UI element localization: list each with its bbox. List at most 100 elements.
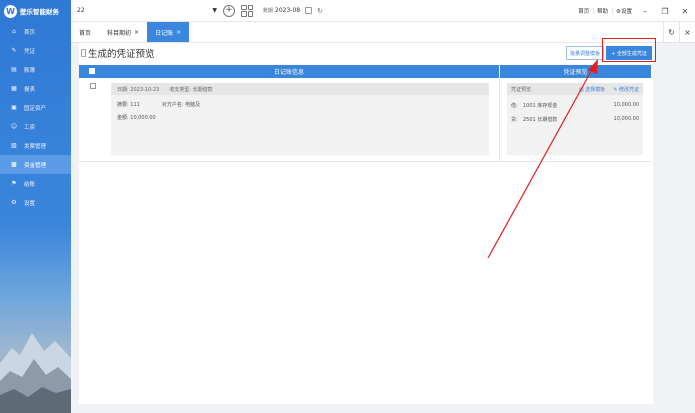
- batch-adjust-template-button[interactable]: 批量调整模板: [566, 46, 604, 60]
- sidebar-item-home[interactable]: ⌂ 首页: [0, 22, 71, 41]
- period-value[interactable]: 2023-08: [275, 7, 300, 14]
- column-divider: [499, 78, 500, 162]
- top-bar: 22 ▼ + 账期 2023-08 ↻ 首页 | 帮助 | ⚙设置 – ❐ ✕: [71, 0, 695, 22]
- sidebar-item-fixed-assets[interactable]: ▣ 固定资产: [0, 98, 71, 117]
- plus-icon: +: [225, 5, 233, 15]
- tab-label: 首页: [79, 29, 92, 37]
- sidebar-item-label: 账簿: [24, 67, 36, 74]
- sidebar-item-checkout[interactable]: ⚑ 结账: [0, 174, 71, 193]
- refresh-icon[interactable]: ↻: [317, 7, 323, 15]
- select-all-checkbox[interactable]: [89, 68, 95, 74]
- tab-label: 日记账: [155, 29, 174, 37]
- top-link-help[interactable]: 帮助: [597, 7, 608, 15]
- edit-voucher-label: 修改凭证: [618, 86, 639, 93]
- reload-tab-icon[interactable]: ↻: [663, 22, 679, 43]
- edit-icon: ✎: [11, 47, 17, 54]
- add-book-button[interactable]: +: [223, 4, 235, 17]
- separator: |: [592, 8, 595, 14]
- tabs-tools: ↻ ×: [663, 22, 695, 43]
- voucher-direction: 借:: [511, 103, 518, 109]
- app-name: 壁乐智能财务: [20, 8, 59, 16]
- journal-line: 金额: 10,000.00: [111, 114, 489, 121]
- voucher-direction: 贷:: [511, 117, 518, 123]
- table-header: 日记账信息 凭证预览: [79, 65, 651, 78]
- grid-cell-icon: [247, 11, 253, 17]
- page-header: 生成的凭证预览 批量调整模板 + 全部生成凭证: [79, 38, 656, 63]
- account-book-value: 22: [77, 7, 85, 14]
- template-icon: ▤: [578, 86, 584, 93]
- grid-cell-icon: [241, 4, 247, 10]
- sidebar-item-label: 资金管理: [24, 162, 47, 169]
- table-row: 日期: 2023-10-23 收支类型: 长期借款 摘要: 111 对方户名: …: [79, 78, 651, 162]
- journal-summary: 摘要: 111: [117, 102, 140, 108]
- sidebar-item-report[interactable]: ▦ 报表: [0, 79, 71, 98]
- grid-cell-icon: [241, 11, 247, 17]
- sidebar-item-settings[interactable]: ⚙ 设置: [0, 193, 71, 212]
- top-link-settings-label: 设置: [620, 9, 632, 15]
- grid-menu-button[interactable]: [241, 4, 253, 17]
- page-title-text: 生成的凭证预览: [88, 49, 155, 60]
- highlight-box: [602, 38, 656, 62]
- voucher-line: 借: 1001 库存现金 10,000.00: [507, 102, 643, 109]
- sidebar-item-label: 凭证: [24, 48, 36, 55]
- sidebar: W 壁乐智能财务 ⌂ 首页 ✎ 凭证 ▤ 账簿 ▦ 报表 ▣ 固定资产 ☺ 工资 ▧ 发票管理…: [0, 0, 71, 413]
- sidebar-item-label: 发票管理: [24, 143, 47, 150]
- journal-type: 收支类型: 长期借款: [169, 86, 213, 93]
- tab-journal[interactable]: 日记账 ×: [147, 22, 190, 42]
- voucher-card: 凭证预览 ▤ 选择模板 ✎ 修改凭证 借: 1001 库存现金 10,000.0…: [507, 83, 643, 155]
- voucher-card-header: 凭证预览 ▤ 选择模板 ✎ 修改凭证: [507, 83, 643, 95]
- close-all-tabs-icon[interactable]: ×: [679, 22, 695, 43]
- fund-icon: ▩: [11, 161, 17, 168]
- row-checkbox[interactable]: [90, 83, 96, 89]
- edit-icon: ✎: [613, 86, 618, 93]
- sidebar-item-label: 结账: [24, 181, 36, 188]
- sidebar-item-invoice[interactable]: ▧ 发票管理: [0, 136, 71, 155]
- tab-label: 科目期初: [107, 29, 132, 37]
- voucher-amount: 10,000.00: [613, 102, 639, 108]
- top-link-settings[interactable]: ⚙设置: [616, 7, 632, 15]
- sidebar-item-voucher[interactable]: ✎ 凭证: [0, 41, 71, 60]
- voucher-account: 1001 库存现金: [523, 103, 558, 109]
- journal-date: 日期: 2023-10-23: [117, 86, 160, 93]
- settings-icon: ⚙: [11, 199, 17, 206]
- report-icon: ▦: [11, 85, 17, 92]
- tab-home[interactable]: 首页: [71, 22, 99, 42]
- title-marker-icon: [81, 49, 86, 57]
- sidebar-item-label: 报表: [24, 86, 36, 93]
- close-window-button[interactable]: ✕: [675, 7, 695, 16]
- account-book-select[interactable]: 22 ▼: [77, 4, 217, 18]
- sidebar-item-salary[interactable]: ☺ 工资: [0, 117, 71, 136]
- minimize-button[interactable]: –: [635, 7, 655, 16]
- tab-account-opening[interactable]: 科目期初 ×: [99, 22, 147, 42]
- caret-down-icon: ▼: [212, 7, 217, 14]
- top-link-home[interactable]: 首页: [578, 7, 589, 15]
- sidebar-item-fund[interactable]: ▩ 资金管理: [0, 155, 71, 174]
- maximize-button[interactable]: ❐: [655, 7, 675, 16]
- close-icon[interactable]: ×: [176, 29, 181, 36]
- user-icon: ☺: [10, 123, 18, 130]
- asset-icon: ▣: [11, 104, 17, 111]
- voucher-amount: 10,000.00: [613, 116, 639, 122]
- calendar-icon[interactable]: [305, 7, 313, 14]
- journal-card-header: 日期: 2023-10-23 收支类型: 长期借款: [111, 83, 489, 95]
- app-logo: W 壁乐智能财务: [0, 0, 71, 22]
- period-label: 账期: [263, 8, 274, 14]
- sidebar-item-label: 设置: [24, 200, 36, 207]
- home-icon: ⌂: [12, 28, 16, 35]
- select-template-link[interactable]: ▤ 选择模板: [579, 86, 605, 93]
- select-template-label: 选择模板: [585, 86, 606, 93]
- logo-icon: W: [4, 4, 17, 18]
- sidebar-item-ledger[interactable]: ▤ 账簿: [0, 60, 71, 79]
- top-right-links: 首页 | 帮助 | ⚙设置 – ❐ ✕: [578, 0, 695, 22]
- mountain-illustration: [0, 333, 71, 413]
- main-content: 生成的凭证预览 批量调整模板 + 全部生成凭证 日记账信息 凭证预览 日期: 2…: [79, 38, 656, 404]
- sidebar-item-label: 固定资产: [24, 105, 47, 112]
- journal-card: 日期: 2023-10-23 收支类型: 长期借款 摘要: 111 对方户名: …: [111, 83, 489, 155]
- journal-line: 摘要: 111 对方户名: 电脑及: [111, 101, 489, 108]
- sidebar-item-label: 工资: [24, 124, 36, 131]
- voucher-head-label: 凭证预览: [511, 86, 532, 93]
- checkout-icon: ⚑: [11, 180, 17, 187]
- edit-voucher-link[interactable]: ✎ 修改凭证: [613, 86, 639, 93]
- invoice-icon: ▧: [11, 142, 17, 149]
- close-icon[interactable]: ×: [134, 29, 139, 36]
